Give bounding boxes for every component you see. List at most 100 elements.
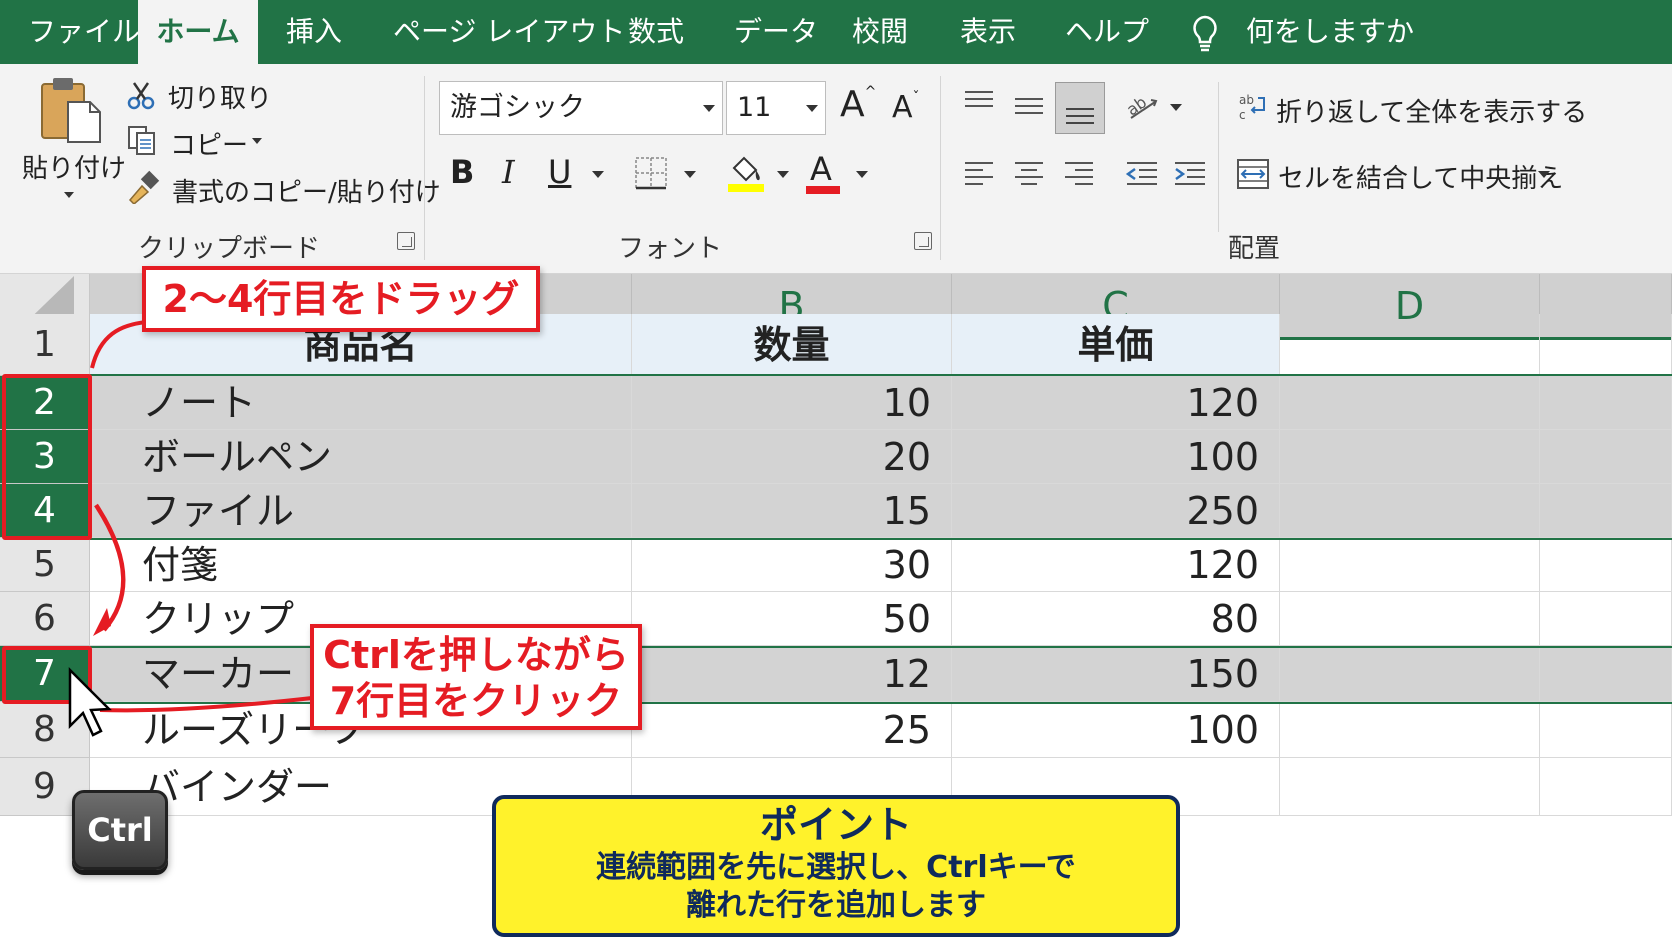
cell-empty[interactable] — [1280, 538, 1540, 592]
fill-color-icon[interactable] — [726, 150, 766, 194]
clipboard-launcher-icon[interactable] — [397, 232, 415, 250]
cell-price[interactable]: 100 — [952, 430, 1280, 484]
cell-empty[interactable] — [1280, 430, 1540, 484]
row-header-8[interactable]: 8 — [0, 702, 90, 758]
ribbon-tab-bar: ファイル ホーム 挿入 ページ レイアウト 数式 データ 校閲 表示 ヘルプ 何… — [0, 0, 1672, 64]
cell-qty[interactable]: 50 — [632, 592, 952, 646]
cell-price[interactable]: 単価 — [952, 314, 1280, 376]
format-painter-button[interactable]: 書式のコピー/貼り付け — [172, 172, 441, 209]
borders-dropdown-icon[interactable] — [684, 171, 696, 178]
paste-icon[interactable] — [38, 76, 104, 144]
paste-dropdown-icon[interactable] — [64, 192, 74, 198]
align-left-icon[interactable] — [963, 160, 995, 188]
cell-empty[interactable] — [1540, 592, 1672, 646]
cell-price[interactable]: 80 — [952, 592, 1280, 646]
font-color-icon[interactable]: A — [810, 150, 832, 188]
tab-page-layout[interactable]: ページ レイアウト — [393, 0, 625, 64]
cell-qty[interactable]: 15 — [632, 484, 952, 538]
cut-button[interactable]: 切り取り — [168, 78, 272, 115]
tab-insert[interactable]: 挿入 — [286, 0, 342, 64]
cell-qty[interactable]: 20 — [632, 430, 952, 484]
increase-font-size-icon[interactable]: A^ — [840, 84, 876, 125]
tab-file[interactable]: ファイル — [28, 0, 140, 64]
tab-formulas[interactable]: 数式 — [628, 0, 684, 64]
wrap-text-button[interactable]: 折り返して全体を表示する — [1276, 92, 1587, 129]
align-top-icon[interactable] — [963, 90, 995, 112]
merge-center-icon — [1237, 159, 1269, 189]
paste-button[interactable]: 貼り付け — [22, 148, 126, 185]
group-divider — [424, 76, 425, 260]
font-color-dropdown-icon[interactable] — [856, 171, 868, 178]
cell-name[interactable]: 付箋 — [90, 538, 632, 592]
tab-view[interactable]: 表示 — [960, 0, 1016, 64]
cell-empty[interactable] — [1280, 646, 1540, 702]
align-bottom-button[interactable] — [1055, 82, 1105, 134]
group-divider — [1218, 82, 1219, 232]
cell-empty[interactable] — [1540, 646, 1672, 702]
tab-data[interactable]: データ — [734, 0, 818, 64]
row-header-1[interactable]: 1 — [0, 314, 90, 376]
decrease-indent-icon[interactable] — [1125, 160, 1159, 188]
copy-dropdown-icon[interactable] — [252, 138, 262, 144]
italic-button[interactable]: I — [502, 153, 515, 191]
cell-empty[interactable] — [1280, 484, 1540, 538]
table-row: ファイル 15 250 — [90, 484, 1672, 538]
tell-me-search[interactable]: 何をしますか — [1246, 0, 1414, 64]
merge-center-button[interactable]: セルを結合して中央揃え — [1278, 158, 1563, 195]
cell-qty[interactable]: 12 — [632, 646, 952, 702]
copy-button[interactable]: コピー — [170, 125, 248, 162]
cell-name[interactable]: ファイル — [90, 484, 632, 538]
font-size-value: 11 — [737, 92, 772, 123]
cell-empty[interactable] — [1540, 758, 1672, 816]
decrease-font-size-icon[interactable]: Aˇ — [892, 90, 920, 125]
cell-empty[interactable] — [1280, 592, 1540, 646]
cell-price[interactable]: 150 — [952, 646, 1280, 702]
cell-empty[interactable] — [1540, 376, 1672, 430]
orientation-icon[interactable]: ab — [1125, 90, 1161, 122]
fill-color-dropdown-icon[interactable] — [777, 171, 789, 178]
cell-empty[interactable] — [1540, 314, 1672, 376]
underline-dropdown-icon[interactable] — [592, 171, 604, 178]
cell-empty[interactable] — [1280, 702, 1540, 758]
cell-empty[interactable] — [1280, 376, 1540, 430]
table-row: ノート 10 120 — [90, 376, 1672, 430]
cell-price[interactable]: 120 — [952, 376, 1280, 430]
row-header-5[interactable]: 5 — [0, 538, 90, 592]
cell-qty[interactable]: 10 — [632, 376, 952, 430]
font-name-dropdown-icon[interactable] — [703, 105, 715, 112]
tab-review[interactable]: 校閲 — [852, 0, 908, 64]
font-launcher-icon[interactable] — [914, 232, 932, 250]
cell-qty[interactable]: 25 — [632, 702, 952, 758]
align-right-icon[interactable] — [1063, 160, 1095, 188]
cell-qty[interactable]: 数量 — [632, 314, 952, 376]
cell-empty[interactable] — [1280, 758, 1540, 816]
cell-empty[interactable] — [1280, 314, 1540, 376]
cell-name[interactable]: ボールペン — [90, 430, 632, 484]
font-name-select[interactable]: 游ゴシック — [439, 81, 723, 135]
align-middle-icon[interactable] — [1013, 96, 1045, 118]
lightbulb-icon — [1193, 15, 1217, 52]
copy-icon — [128, 126, 155, 155]
cell-price[interactable]: 250 — [952, 484, 1280, 538]
cell-empty[interactable] — [1540, 702, 1672, 758]
increase-indent-icon[interactable] — [1173, 160, 1207, 188]
cell-empty[interactable] — [1540, 484, 1672, 538]
table-row: 付箋 30 120 — [90, 538, 1672, 592]
bold-button[interactable]: B — [450, 153, 474, 191]
cell-empty[interactable] — [1540, 538, 1672, 592]
cell-price[interactable]: 100 — [952, 702, 1280, 758]
tab-home[interactable]: ホーム — [138, 0, 258, 64]
align-center-icon[interactable] — [1013, 160, 1045, 188]
tab-help[interactable]: ヘルプ — [1065, 0, 1149, 64]
orientation-dropdown-icon[interactable] — [1170, 104, 1182, 111]
cell-price[interactable]: 120 — [952, 538, 1280, 592]
merge-center-dropdown-icon[interactable] — [1538, 171, 1550, 178]
cell-empty[interactable] — [1540, 430, 1672, 484]
borders-icon[interactable] — [634, 156, 668, 190]
row-header-6[interactable]: 6 — [0, 592, 90, 646]
font-color-swatch — [806, 186, 840, 194]
cell-qty[interactable]: 30 — [632, 538, 952, 592]
font-size-dropdown-icon[interactable] — [806, 105, 818, 112]
underline-button[interactable]: U — [548, 153, 571, 191]
cell-name[interactable]: ノート — [90, 376, 632, 430]
